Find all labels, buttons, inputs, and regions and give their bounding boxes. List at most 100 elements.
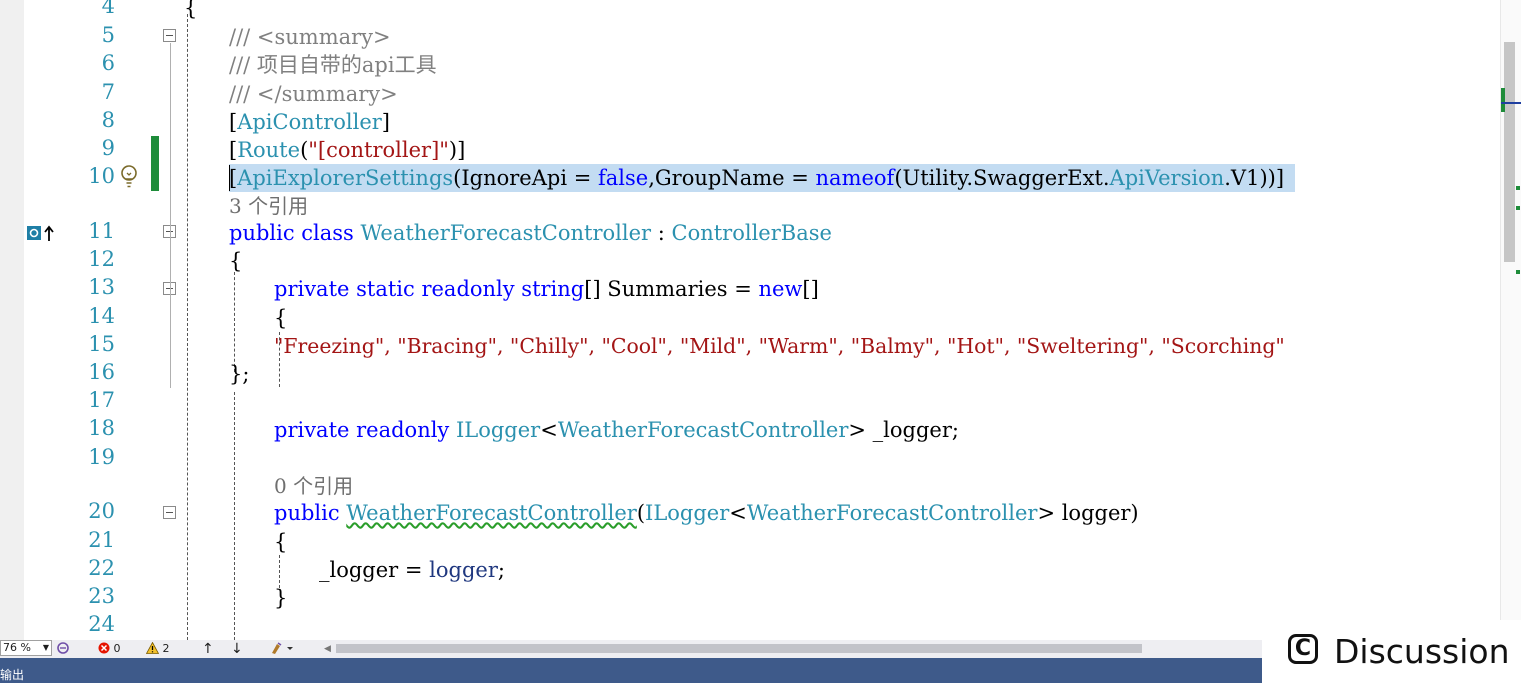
- code-text: _logger =: [319, 558, 430, 582]
- change-indicator-bar: [151, 136, 159, 191]
- line-number: 10: [88, 164, 115, 188]
- code-line-20[interactable]: public WeatherForecastController(ILogger…: [274, 499, 1139, 527]
- line-number: 14: [88, 304, 115, 328]
- type-name: ILogger: [645, 501, 730, 525]
- code-text: ,GroupName =: [648, 166, 816, 190]
- outline-guide: [187, 14, 188, 640]
- type-name: ControllerBase: [671, 221, 832, 245]
- line-number: 6: [101, 51, 115, 75]
- change-marker: [1516, 206, 1520, 210]
- line-number: 17: [88, 388, 115, 412]
- vertical-scrollbar[interactable]: [1500, 0, 1521, 640]
- code-line-5[interactable]: /// <summary>: [229, 23, 391, 51]
- keyword: public class: [229, 221, 361, 245]
- line-number: 7: [101, 80, 115, 104]
- code-line-6[interactable]: /// 项目自带的api工具: [229, 51, 437, 79]
- code-text: <: [540, 418, 558, 442]
- error-count: 0: [113, 642, 121, 655]
- keyword: new: [758, 277, 803, 301]
- keyword: private readonly: [274, 418, 456, 442]
- bracket: [: [229, 138, 238, 162]
- code-line-21[interactable]: {: [274, 528, 287, 556]
- lightbulb-icon[interactable]: [119, 164, 139, 190]
- code-line-9[interactable]: [Route("[controller]")]: [229, 136, 465, 164]
- discussion-watermark: C Discussion: [1262, 620, 1521, 683]
- editor-status-bar: 76 % ▼ 0 2 ↑ ↓ ◀: [0, 640, 1262, 658]
- output-tab[interactable]: 输出: [0, 666, 24, 683]
- type-name: WeatherForecastController: [746, 501, 1038, 525]
- line-number: 4: [101, 0, 115, 18]
- line-number: 13: [88, 275, 115, 299]
- type-name: WeatherForecastController: [557, 418, 849, 442]
- line-number: 9: [101, 136, 115, 160]
- keyword: private static readonly string: [274, 277, 585, 301]
- code-line-12[interactable]: {: [229, 247, 242, 275]
- code-text: > _logger;: [848, 418, 959, 442]
- code-line-22[interactable]: _logger = logger;: [319, 556, 505, 584]
- horizontal-scrollbar-thumb[interactable]: [336, 644, 1142, 653]
- type-name: ILogger: [455, 418, 541, 442]
- string-literal: "[controller]": [308, 138, 449, 162]
- line-number: 16: [88, 360, 115, 384]
- class-name: WeatherForecastController: [360, 221, 652, 245]
- zoom-dropdown[interactable]: 76 % ▼: [0, 640, 52, 656]
- health-icon[interactable]: [56, 641, 70, 657]
- line-number: 15: [88, 332, 115, 356]
- code-line-13[interactable]: private static readonly string[] Summari…: [274, 275, 819, 303]
- bracket: ]: [381, 110, 390, 134]
- attribute-name: ApiExplorerSettings: [237, 166, 454, 190]
- change-marker: [1516, 186, 1520, 190]
- code-line-14[interactable]: {: [274, 304, 287, 332]
- scroll-left-icon[interactable]: ◀: [324, 641, 331, 657]
- code-cleanup-button[interactable]: [270, 641, 294, 657]
- line-number: 22: [88, 556, 115, 580]
- line-number: 12: [88, 247, 115, 271]
- outline-line: [170, 43, 171, 388]
- broom-icon: [272, 642, 293, 654]
- caret-position-marker: [1501, 102, 1521, 104]
- code-line-4[interactable]: {: [184, 0, 197, 22]
- previous-issue-button[interactable]: ↑: [202, 641, 214, 657]
- code-line-18[interactable]: private readonly ILogger<WeatherForecast…: [274, 416, 959, 444]
- code-text: (: [636, 501, 646, 525]
- code-line-11[interactable]: public class WeatherForecastController :…: [229, 219, 832, 247]
- codelens-references[interactable]: 0 个引用: [274, 470, 353, 499]
- line-number: 8: [101, 108, 115, 132]
- override-indicator-icon[interactable]: [26, 224, 56, 244]
- scrollbar-thumb[interactable]: [1504, 42, 1515, 262]
- code-text: [] Summaries =: [584, 277, 759, 301]
- parameter-name: logger: [429, 558, 498, 582]
- errors-indicator[interactable]: 0: [98, 641, 121, 657]
- attribute-name: Route: [237, 138, 301, 162]
- code-line-15[interactable]: "Freezing", "Bracing", "Chilly", "Cool",…: [274, 332, 1285, 360]
- warnings-indicator[interactable]: 2: [145, 641, 170, 657]
- code-line-8[interactable]: [ApiController]: [229, 108, 390, 136]
- output-panel-bar[interactable]: 输出: [0, 658, 1262, 683]
- indent-guide: [234, 272, 235, 372]
- type-name: ApiVersion: [1109, 166, 1225, 190]
- paren: )]: [448, 138, 466, 162]
- line-number: 24: [88, 612, 115, 636]
- code-line-7[interactable]: /// </summary>: [229, 80, 398, 108]
- code-line-23[interactable]: }: [274, 584, 287, 612]
- line-number: 20: [88, 499, 115, 523]
- indent-guide: [234, 392, 235, 640]
- chevron-down-icon: ▼: [42, 643, 49, 652]
- code-line-10[interactable]: [ApiExplorerSettings(IgnoreApi = false,G…: [229, 164, 1284, 192]
- constructor-name: WeatherForecastController: [346, 501, 637, 525]
- code-text: []: [802, 277, 819, 301]
- change-marker: [1501, 88, 1505, 112]
- collapse-toggle[interactable]: [163, 29, 176, 42]
- line-number: 11: [88, 219, 115, 243]
- attribute-name: ApiController: [237, 110, 382, 134]
- code-text: (Utility.SwaggerExt.: [894, 166, 1110, 190]
- keyword: false: [598, 166, 649, 190]
- keyword: public: [274, 501, 347, 525]
- codelens-references[interactable]: 3 个引用: [229, 190, 308, 219]
- code-line-16[interactable]: };: [229, 360, 249, 388]
- collapse-toggle[interactable]: [163, 506, 176, 519]
- next-issue-button[interactable]: ↓: [231, 641, 243, 657]
- discussion-label: Discussion: [1334, 632, 1510, 671]
- change-marker: [1516, 270, 1520, 274]
- code-text: <: [729, 501, 747, 525]
